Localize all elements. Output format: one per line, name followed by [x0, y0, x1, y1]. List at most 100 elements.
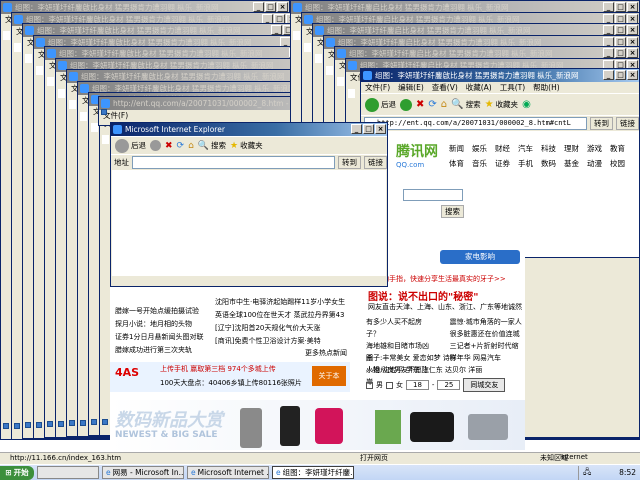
taskbar-blank-1[interactable] [37, 466, 99, 479]
qq-nav-link[interactable]: 娱乐 [472, 144, 487, 153]
close-button[interactable]: × [627, 2, 638, 12]
media-icon[interactable]: ◉ [522, 99, 531, 110]
menu-favorites[interactable]: 收藏(A) [466, 83, 492, 92]
maximize-button[interactable]: □ [615, 25, 626, 35]
maximize-button[interactable]: □ [265, 2, 276, 12]
minimize-button[interactable]: _ [603, 13, 614, 24]
maximize-button[interactable]: □ [363, 124, 374, 134]
qq-search-input[interactable] [403, 189, 463, 201]
promo-text[interactable]: 舞动手指，快速分享生活最真实的牙子>> [375, 274, 506, 284]
menu-file[interactable]: 文件(F) [365, 83, 390, 92]
popup-titlebar[interactable]: Microsoft Internet Explorer _ □ × [111, 123, 387, 136]
maximize-button[interactable]: □ [615, 13, 626, 24]
age-from-select[interactable]: 18 [406, 380, 429, 390]
sina-news-link[interactable]: 探月小说：地月相的头物 [115, 318, 203, 331]
qq-nav-link[interactable]: 基金 [564, 159, 579, 168]
qq-window-titlebar[interactable]: 组图：李妍瑾圩纤鏖啟比身材 猛男摄肯力遭羽翱 枞乐_新浪网 _ □ × [361, 69, 639, 82]
stop-icon[interactable]: ✖ [165, 141, 173, 151]
menu-view[interactable]: 查看(V) [432, 83, 458, 92]
go-button[interactable]: 转到 [338, 156, 361, 169]
qq-nav-link[interactable]: 理财 [564, 144, 579, 153]
qq-nav-link[interactable]: 游戏 [587, 144, 602, 153]
popup-ie-window[interactable]: Microsoft Internet Explorer _ □ × 后退 ✖ ⟳ ⌂… [110, 122, 388, 287]
qq-nav-link[interactable]: 体育 [449, 159, 464, 168]
menu-tools[interactable]: 工具(T) [500, 83, 525, 92]
popup-address-input[interactable] [132, 156, 335, 169]
forward-arrow-icon[interactable] [150, 140, 161, 151]
qq-nav-link[interactable]: 教育 [610, 144, 625, 153]
search-button[interactable]: 🔍 搜索 [451, 99, 480, 110]
stop-icon[interactable]: ✖ [416, 99, 424, 110]
go-button[interactable]: 转到 [590, 117, 613, 130]
minimize-button[interactable]: _ [603, 2, 614, 12]
maximize-button[interactable]: □ [274, 13, 285, 24]
network-icon[interactable]: 🖧 [583, 466, 591, 479]
links-button[interactable]: 链接 [616, 117, 639, 130]
male-checkbox[interactable] [366, 381, 373, 389]
favorites-button[interactable]: ★ 收藏夹 [485, 99, 518, 110]
news-link[interactable]: 震惊·城市角落的一家人 [450, 316, 525, 328]
taskbar-item-netease[interactable]: e 网易 - Microsoft In... [102, 466, 184, 479]
close-button[interactable]: × [627, 70, 638, 80]
sina-news-link[interactable]: 证券1分日月悬新闻头图对联 [115, 331, 203, 344]
taskbar-item-sina[interactable]: e 组图：李妍瑾圩纤鏖... [272, 466, 354, 479]
news-link[interactable]: 有多少人买不起房子？ [366, 316, 436, 340]
close-button[interactable]: × [375, 124, 386, 134]
qq-nav-link[interactable]: 动漫 [587, 159, 602, 168]
back-button[interactable]: 后退 [365, 97, 396, 112]
clock[interactable]: 8:52 [619, 468, 636, 477]
sina-news-link[interactable]: [商讯]免费个性卫浴设计方案·美特 [215, 335, 345, 348]
minimize-button[interactable]: _ [603, 48, 614, 58]
qq-nav-link[interactable]: 音乐 [472, 159, 487, 168]
minimize-button[interactable]: _ [253, 2, 264, 12]
close-button[interactable]: × [277, 2, 288, 12]
qq-nav-link[interactable]: 手机 [518, 159, 533, 168]
qq-nav-link[interactable]: 财经 [495, 144, 510, 153]
more-news-link[interactable]: 更多热点新闻 [305, 348, 347, 358]
news-link[interactable]: 很多脏惠还在价值连城 [450, 328, 525, 340]
upload-button[interactable]: 关于本 [312, 366, 346, 386]
home-icon[interactable]: ⌂ [441, 99, 447, 110]
maximize-button[interactable]: □ [615, 36, 626, 47]
refresh-icon[interactable]: ⟳ [177, 141, 185, 151]
search-button[interactable]: 🔍 搜索 [198, 140, 226, 151]
minimize-button[interactable]: _ [351, 124, 362, 134]
qq-nav-link[interactable]: 汽车 [518, 144, 533, 153]
links-button[interactable]: 链接 [364, 156, 387, 169]
digital-banner[interactable]: 数码新品大赏 NEWEST & BIG SALE [110, 400, 525, 450]
taskbar-item-ie[interactable]: e Microsoft Internet ... [187, 466, 269, 479]
qq-browser-window[interactable]: 组图：李妍瑾圩纤鏖啟比身材 猛男摄肯力遭羽翱 枞乐_新浪网 _ □ × 文件(F) 编… [360, 68, 640, 258]
minimize-button[interactable]: _ [271, 25, 282, 35]
minimize-button[interactable]: _ [603, 36, 614, 47]
feature-subtitle[interactable]: 网友直击天津、上海、山东、浙江、广东等地诚然 [368, 302, 522, 312]
feature-title[interactable]: 图说：说不出口的"秘密" [368, 288, 478, 303]
sina-news-link[interactable]: 腊嫁一号开始点缓拍摄试验 [115, 305, 203, 318]
back-button[interactable]: 后退 [115, 138, 146, 153]
close-button[interactable]: × [627, 48, 638, 58]
sina-news-link[interactable]: [辽宁]沈阳首20天规化气价大天涨 [215, 322, 345, 335]
close-button[interactable]: × [627, 13, 638, 24]
qq-nav-link[interactable]: 证券 [495, 159, 510, 168]
forward-arrow-icon[interactable] [400, 98, 412, 111]
menu-edit[interactable]: 编辑(E) [398, 83, 424, 92]
qq-nav-link[interactable]: 新闻 [449, 144, 464, 153]
minimize-button[interactable]: _ [262, 13, 273, 24]
upload-logo[interactable]: 4AS [115, 366, 139, 379]
refresh-icon[interactable]: ⟳ [428, 99, 436, 110]
maximize-button[interactable]: □ [615, 70, 626, 80]
minimize-button[interactable]: _ [603, 25, 614, 35]
female-checkbox[interactable] [386, 381, 393, 389]
qq-ad-banner[interactable]: 家电影响 [440, 250, 520, 264]
maximize-button[interactable]: □ [615, 2, 626, 12]
qq-nav-link[interactable]: 校园 [610, 159, 625, 168]
qq-nav-link[interactable]: 数码 [541, 159, 556, 168]
qq-search-button[interactable]: 搜索 [441, 205, 464, 218]
start-button[interactable]: ⊞ 开始 [0, 465, 34, 480]
age-to-select[interactable]: 25 [437, 380, 461, 390]
favorites-button[interactable]: ★ 收藏夹 [230, 140, 263, 151]
minimize-button[interactable]: _ [603, 70, 614, 80]
qq-logo[interactable]: 腾讯网 QQ.com [396, 141, 438, 169]
home-icon[interactable]: ⌂ [188, 141, 194, 151]
sina-news-link[interactable]: 沈阳市中生·电驿济起始踢样11岁小学女生 [215, 296, 345, 309]
sina-news-link[interactable]: 腊嫁成功进行第三次夹轨 [115, 344, 203, 357]
